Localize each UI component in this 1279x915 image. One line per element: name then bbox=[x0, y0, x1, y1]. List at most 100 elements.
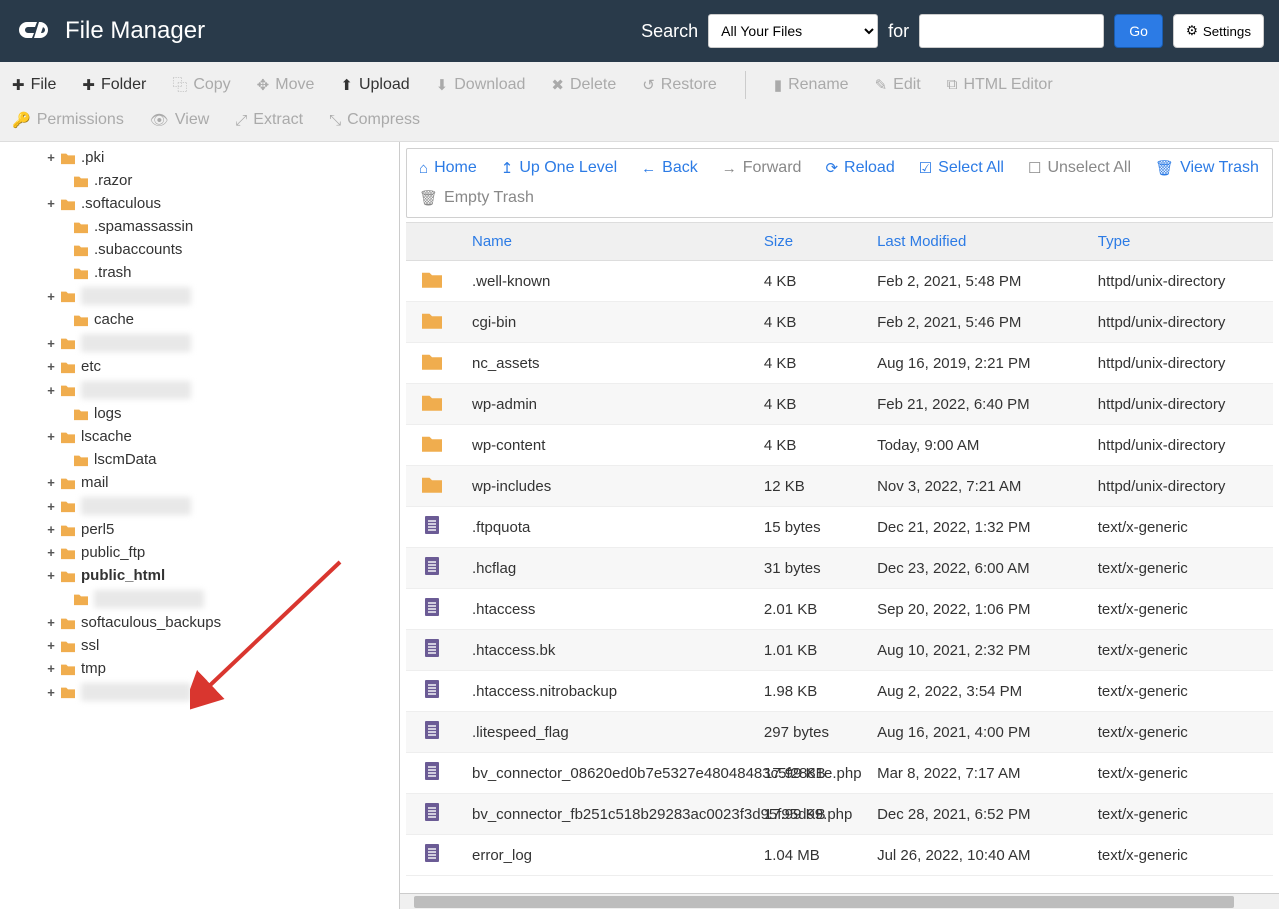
column-icon[interactable] bbox=[406, 223, 458, 261]
copy-button[interactable]: ⿻Copy bbox=[170, 70, 232, 99]
tree-toggle[interactable]: + bbox=[45, 359, 57, 374]
tree-toggle[interactable]: + bbox=[45, 336, 57, 351]
edit-button[interactable]: ✎Edit bbox=[873, 72, 923, 98]
new-file-button[interactable]: ✚File bbox=[10, 72, 58, 98]
tree-item[interactable]: logs bbox=[0, 402, 399, 425]
table-row[interactable]: .htaccess.bk1.01 KBAug 10, 2021, 2:32 PM… bbox=[406, 630, 1273, 671]
tree-item[interactable]: +xxxxxxx bbox=[0, 331, 399, 355]
tree-item[interactable]: .trash bbox=[0, 261, 399, 284]
tree-item[interactable]: +public_ftp bbox=[0, 541, 399, 564]
forward-button[interactable]: →Forward bbox=[722, 159, 802, 177]
select-all-button[interactable]: ☑Select All bbox=[919, 159, 1004, 177]
html-editor-icon: ⧉ bbox=[947, 76, 958, 93]
tree-toggle[interactable]: + bbox=[45, 568, 57, 583]
html-editor-button[interactable]: ⧉HTML Editor bbox=[945, 72, 1055, 98]
table-row[interactable]: .hcflag31 bytesDec 23, 2022, 6:00 AMtext… bbox=[406, 548, 1273, 589]
tree-item[interactable]: +public_html bbox=[0, 564, 399, 587]
file-type: text/x-generic bbox=[1084, 671, 1273, 712]
tree-item[interactable]: +tmp bbox=[0, 657, 399, 680]
table-row[interactable]: .ftpquota15 bytesDec 21, 2022, 1:32 PMte… bbox=[406, 507, 1273, 548]
tree-item[interactable]: lscmData bbox=[0, 448, 399, 471]
column-modified[interactable]: Last Modified bbox=[863, 223, 1084, 261]
tree-toggle[interactable]: + bbox=[45, 383, 57, 398]
download-button[interactable]: ⬇Download bbox=[434, 72, 528, 98]
table-row[interactable]: .well-known4 KBFeb 2, 2021, 5:48 PMhttpd… bbox=[406, 261, 1273, 302]
view-trash-button[interactable]: 🗑View Trash bbox=[1155, 159, 1259, 177]
file-name: cgi-bin bbox=[458, 302, 750, 343]
compress-button[interactable]: ⤡Compress bbox=[327, 107, 422, 133]
table-row[interactable]: wp-includes12 KBNov 3, 2022, 7:21 AMhttp… bbox=[406, 466, 1273, 507]
back-button[interactable]: ←Back bbox=[641, 159, 698, 177]
tree-item[interactable]: .razor bbox=[0, 169, 399, 192]
tree-item[interactable]: +xxxxxxx bbox=[0, 284, 399, 308]
tree-toggle[interactable]: + bbox=[45, 150, 57, 165]
file-size: 15 bytes bbox=[750, 507, 863, 548]
home-button[interactable]: ⌂Home bbox=[419, 159, 477, 177]
permissions-button[interactable]: 🔑Permissions bbox=[10, 107, 126, 133]
view-button[interactable]: 👁View bbox=[148, 107, 211, 133]
folder-tree-panel[interactable]: +.pki.razor+.softaculous.spamassassin.su… bbox=[0, 142, 400, 909]
tree-label: lscmData bbox=[94, 451, 157, 468]
tree-item[interactable]: +xxxxxxx bbox=[0, 680, 399, 704]
table-row[interactable]: cgi-bin4 KBFeb 2, 2021, 5:46 PMhttpd/uni… bbox=[406, 302, 1273, 343]
table-row[interactable]: wp-admin4 KBFeb 21, 2022, 6:40 PMhttpd/u… bbox=[406, 384, 1273, 425]
tree-item[interactable]: .spamassassin bbox=[0, 215, 399, 238]
restore-button[interactable]: ↺Restore bbox=[640, 72, 719, 98]
table-row[interactable]: .htaccess.nitrobackup1.98 KBAug 2, 2022,… bbox=[406, 671, 1273, 712]
scrollbar-thumb[interactable] bbox=[414, 896, 1234, 908]
folder-icon bbox=[59, 151, 77, 165]
tree-toggle[interactable]: + bbox=[45, 429, 57, 444]
up-one-level-button[interactable]: ↥Up One Level bbox=[501, 159, 617, 177]
reload-button[interactable]: ⟳Reload bbox=[825, 159, 894, 177]
tree-item[interactable]: +etc bbox=[0, 355, 399, 378]
search-scope-select[interactable]: All Your Files bbox=[708, 14, 878, 48]
delete-button[interactable]: ✖Delete bbox=[549, 72, 618, 98]
tree-toggle[interactable]: + bbox=[45, 196, 57, 211]
table-row[interactable]: error_log1.04 MBJul 26, 2022, 10:40 AMte… bbox=[406, 835, 1273, 876]
tree-item[interactable]: +ssl bbox=[0, 634, 399, 657]
tree-label: xxxxxxx bbox=[94, 590, 204, 608]
table-row[interactable]: bv_connector_08620ed0b7e5327e48048483c5f… bbox=[406, 753, 1273, 794]
tree-item[interactable]: +xxxxxxx bbox=[0, 378, 399, 402]
tree-toggle[interactable]: + bbox=[45, 475, 57, 490]
tree-item[interactable]: +perl5 bbox=[0, 518, 399, 541]
tree-toggle[interactable]: + bbox=[45, 289, 57, 304]
tree-item[interactable]: +xxxxxxx bbox=[0, 494, 399, 518]
tree-toggle[interactable]: + bbox=[45, 499, 57, 514]
settings-button[interactable]: ⚙ Settings bbox=[1173, 14, 1264, 48]
table-row[interactable]: .htaccess2.01 KBSep 20, 2022, 1:06 PMtex… bbox=[406, 589, 1273, 630]
tree-toggle[interactable]: + bbox=[45, 615, 57, 630]
table-row[interactable]: wp-content4 KBToday, 9:00 AMhttpd/unix-d… bbox=[406, 425, 1273, 466]
column-type[interactable]: Type bbox=[1084, 223, 1273, 261]
tree-item[interactable]: cache bbox=[0, 308, 399, 331]
tree-item[interactable]: +.softaculous bbox=[0, 192, 399, 215]
new-folder-button[interactable]: ✚Folder bbox=[80, 72, 148, 98]
unselect-all-button[interactable]: ☐Unselect All bbox=[1028, 159, 1131, 177]
tree-toggle[interactable]: + bbox=[45, 661, 57, 676]
go-button[interactable]: Go bbox=[1114, 14, 1163, 48]
empty-trash-button[interactable]: 🗑Empty Trash bbox=[419, 189, 534, 207]
tree-toggle[interactable]: + bbox=[45, 685, 57, 700]
horizontal-scrollbar[interactable] bbox=[400, 893, 1279, 909]
column-size[interactable]: Size bbox=[750, 223, 863, 261]
file-table-wrap[interactable]: Name Size Last Modified Type .well-known… bbox=[406, 222, 1273, 887]
tree-toggle[interactable]: + bbox=[45, 522, 57, 537]
table-row[interactable]: nc_assets4 KBAug 16, 2019, 2:21 PMhttpd/… bbox=[406, 343, 1273, 384]
column-name[interactable]: Name bbox=[458, 223, 750, 261]
search-input[interactable] bbox=[919, 14, 1104, 48]
tree-toggle[interactable]: + bbox=[45, 545, 57, 560]
tree-item[interactable]: xxxxxxx bbox=[0, 587, 399, 611]
file-size: 1.04 MB bbox=[750, 835, 863, 876]
rename-button[interactable]: ▮Rename bbox=[772, 72, 851, 98]
move-button[interactable]: ✥Move bbox=[255, 72, 317, 98]
tree-item[interactable]: .subaccounts bbox=[0, 238, 399, 261]
table-row[interactable]: .litespeed_flag297 bytesAug 16, 2021, 4:… bbox=[406, 712, 1273, 753]
upload-button[interactable]: ⬆Upload bbox=[338, 72, 411, 98]
tree-toggle[interactable]: + bbox=[45, 638, 57, 653]
table-row[interactable]: bv_connector_fb251c518b29283ac0023f3d95f… bbox=[406, 794, 1273, 835]
tree-item[interactable]: +.pki bbox=[0, 146, 399, 169]
tree-item[interactable]: +lscache bbox=[0, 425, 399, 448]
tree-item[interactable]: +mail bbox=[0, 471, 399, 494]
extract-button[interactable]: ⤢Extract bbox=[233, 107, 305, 133]
tree-item[interactable]: +softaculous_backups bbox=[0, 611, 399, 634]
